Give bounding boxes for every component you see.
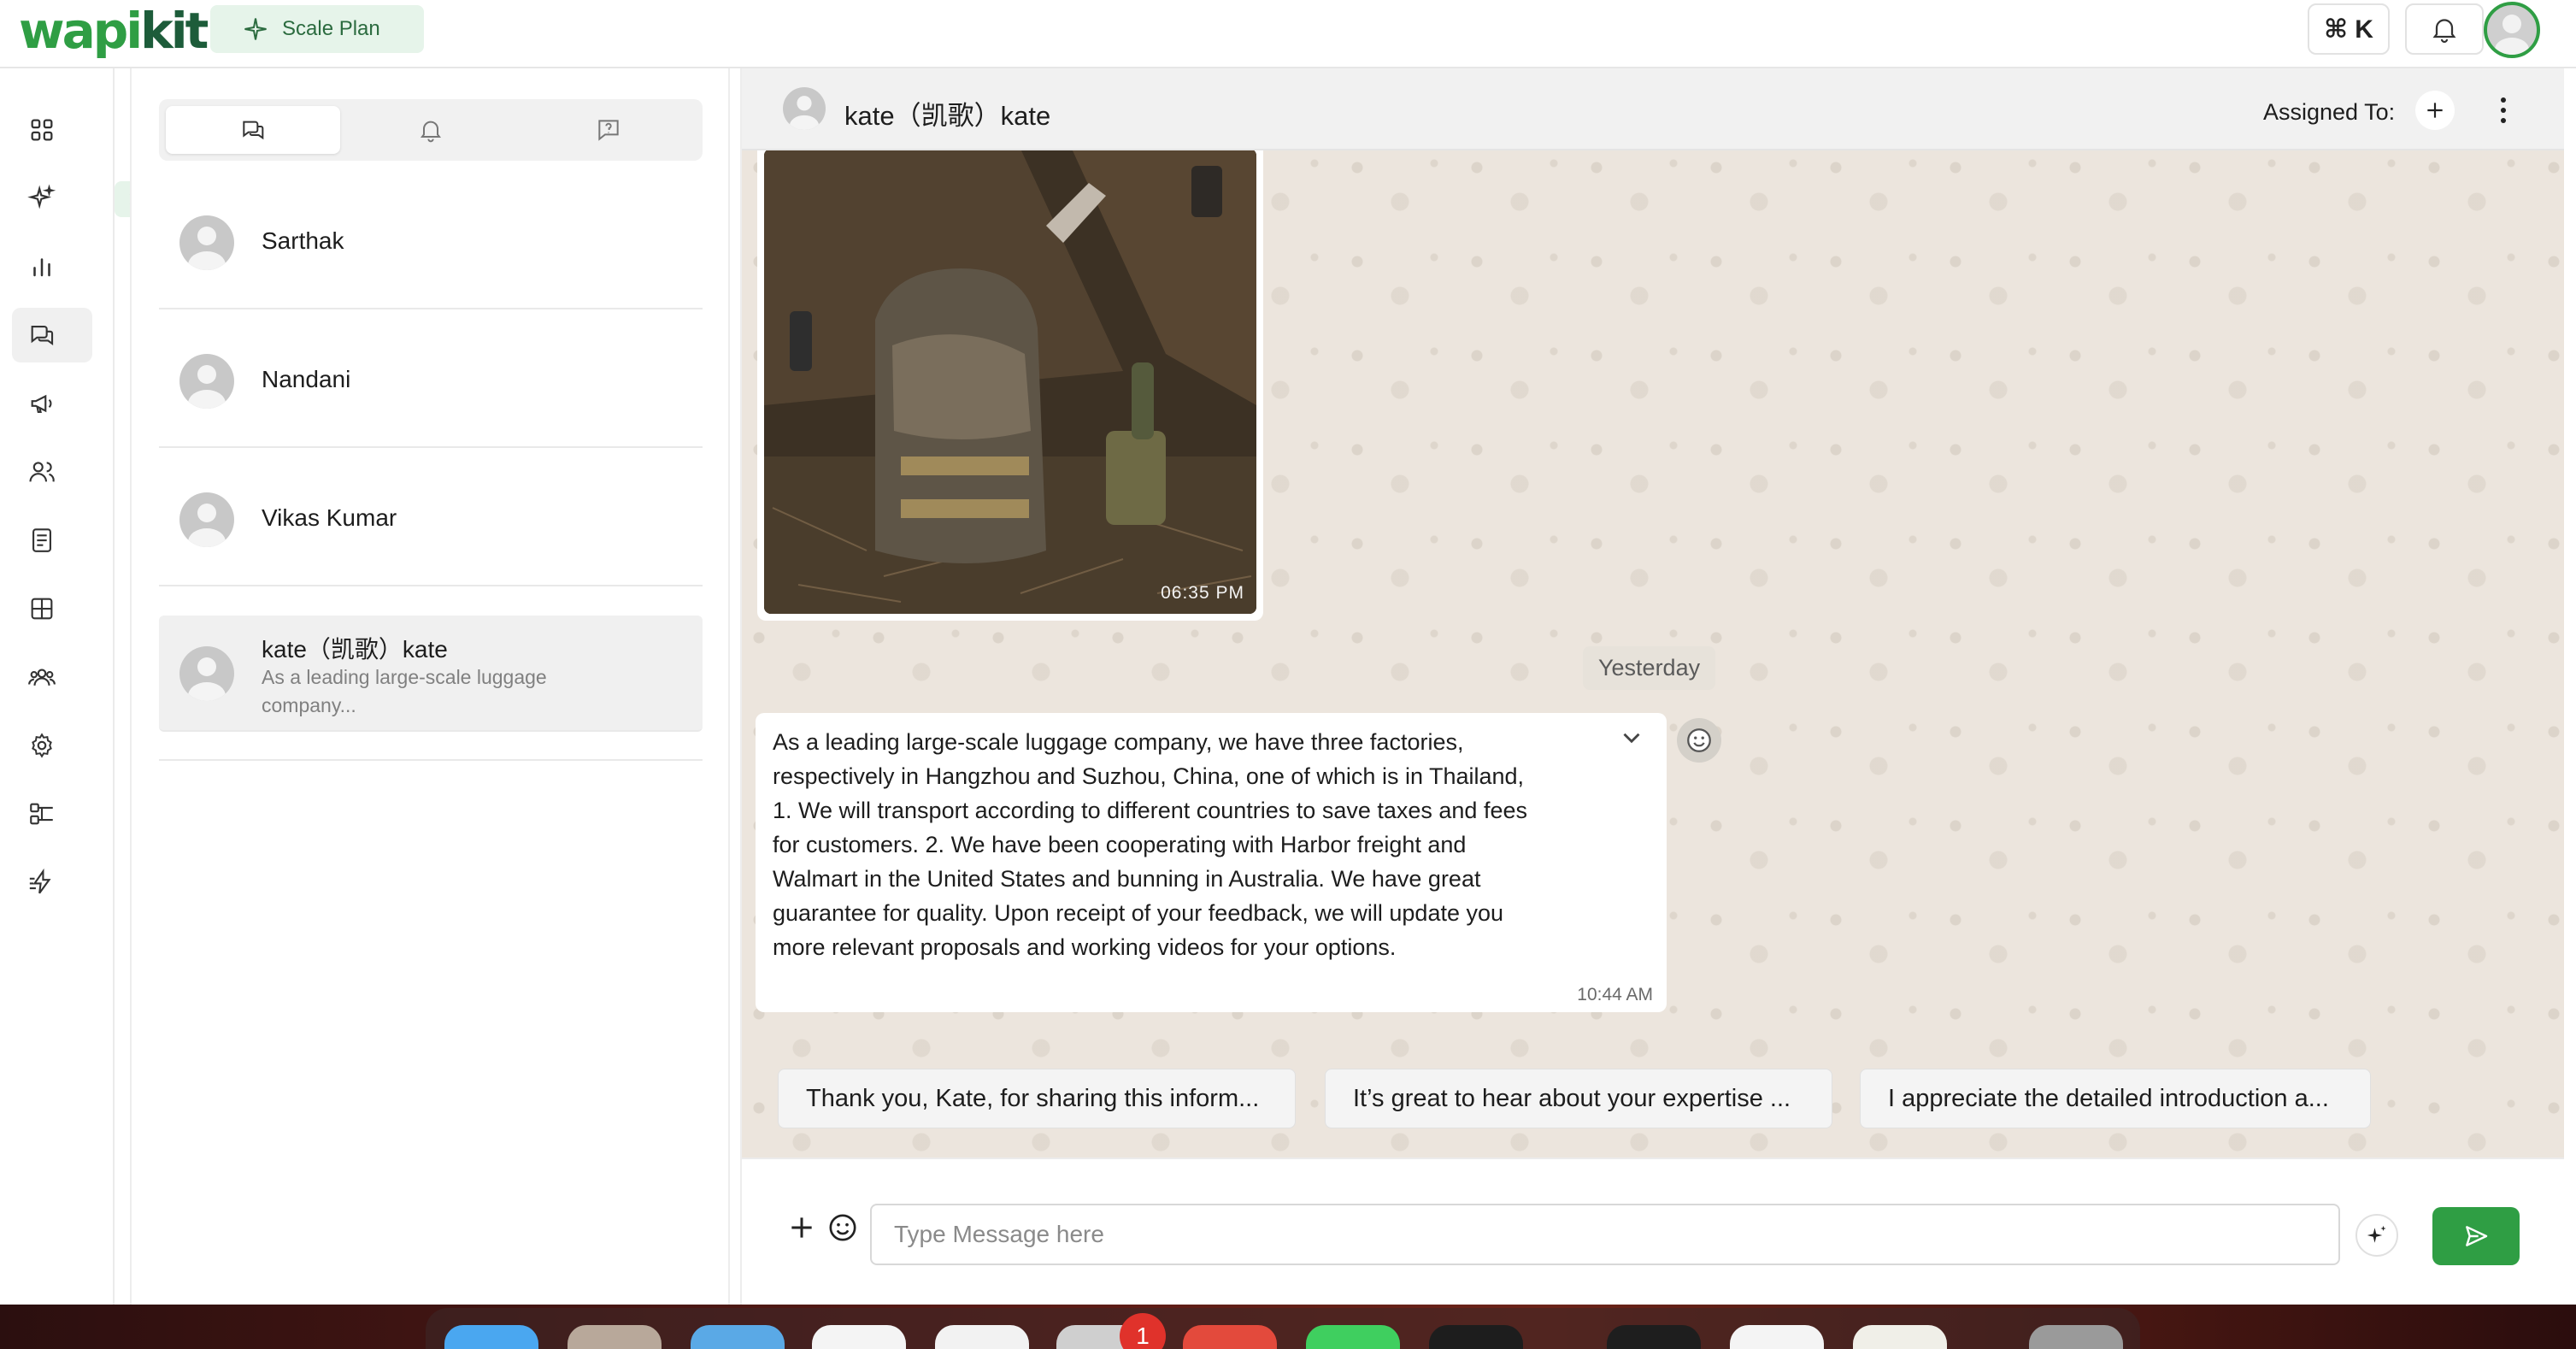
tab-notifications[interactable]: [344, 106, 518, 154]
campaign-icon[interactable]: [12, 376, 92, 431]
analytics-icon[interactable]: [12, 239, 92, 294]
slack-icon[interactable]: [812, 1325, 906, 1349]
bell-icon: [2432, 19, 2456, 44]
suggested-reply-1[interactable]: Thank you, Kate, for sharing this inform…: [778, 1069, 1296, 1128]
contact-name: Sarthak: [262, 227, 344, 254]
chat-header: kate（凯歌）kate Assigned To:: [742, 68, 2564, 150]
assigned-to-label: Assigned To:: [2263, 99, 2396, 125]
contact-avatar: [179, 354, 234, 409]
assign-agent-button[interactable]: [2415, 91, 2455, 130]
conversation-item-nandani[interactable]: Nandani: [159, 311, 703, 448]
contact-name: kate（凯歌）kate: [262, 636, 448, 663]
user-avatar-icon: [2495, 15, 2529, 55]
conversation-tabs: [159, 99, 703, 161]
wapikit-logo[interactable]: wapikit: [19, 5, 209, 56]
emoji-picker-icon[interactable]: [826, 1211, 860, 1245]
automation-icon[interactable]: [12, 855, 92, 910]
message-composer: [742, 1158, 2564, 1305]
message-input[interactable]: [870, 1204, 2340, 1265]
chat-contact-name[interactable]: kate（凯歌）kate: [844, 94, 1050, 133]
conversation-item-kate[interactable]: kate（凯歌）kate As a leading large-scale lu…: [159, 616, 703, 732]
launchpad-icon[interactable]: [568, 1325, 662, 1349]
suggested-reply-3[interactable]: I appreciate the detailed introduction a…: [1860, 1069, 2371, 1128]
ai-assist-button[interactable]: [2355, 1214, 2398, 1257]
chat-contact-avatar[interactable]: [783, 87, 826, 130]
widgets-icon[interactable]: [12, 581, 92, 636]
top-bar: wapikit Scale Plan ⌘ K: [0, 0, 2576, 68]
notifications-button[interactable]: [2405, 3, 2484, 55]
ai-sparkle-icon[interactable]: [12, 171, 92, 226]
chat-messages[interactable]: 06:35 PM Yesterday As a leading large-sc…: [742, 150, 2564, 1158]
logo-text-b: kit: [140, 2, 209, 60]
contact-avatar: [179, 492, 234, 547]
notifications-tab-icon: [421, 121, 441, 143]
image-timestamp: 06:35 PM: [1161, 583, 1244, 603]
contact-name: Nandani: [262, 366, 351, 392]
app-icon-dark[interactable]: [1607, 1325, 1701, 1349]
user-avatar[interactable]: [2484, 2, 2540, 58]
contact-avatar: [179, 215, 234, 270]
send-button[interactable]: [2432, 1207, 2520, 1265]
tab-chats[interactable]: [166, 106, 340, 154]
message-text: As a leading large-scale luggage company…: [773, 729, 1527, 960]
divider: [159, 759, 703, 761]
command-shortcut-label: ⌘ K: [2324, 15, 2373, 44]
smiley-icon: [1687, 728, 1711, 752]
message-timestamp: 10:44 AM: [1577, 985, 1653, 1004]
templates-icon[interactable]: [12, 513, 92, 568]
conversation-item-vikas-kumar[interactable]: Vikas Kumar: [159, 450, 703, 586]
app-icon-orange[interactable]: [1853, 1325, 1947, 1349]
plus-icon: [2427, 103, 2443, 118]
sparkle-icon: [244, 18, 267, 40]
scale-plan-label: Scale Plan: [282, 17, 380, 40]
camping-backpack-image: [764, 150, 1256, 614]
conversation-item-sarthak[interactable]: Sarthak: [159, 173, 703, 309]
chevron-down-icon[interactable]: [1617, 723, 1646, 752]
tab-unread[interactable]: [521, 106, 696, 154]
incoming-message[interactable]: As a leading large-scale luggage company…: [756, 713, 1667, 1012]
contact-last-message: As a leading large-scale luggage company…: [262, 666, 547, 716]
logo-text-a: wapi: [19, 2, 143, 60]
left-nav: [0, 68, 115, 1305]
conversation-list-panel: Sarthak Nandani Vikas Kumar kate（凯歌）kate…: [130, 68, 730, 1305]
unread-tab-icon: [598, 120, 619, 141]
photos-icon[interactable]: [935, 1325, 1029, 1349]
chatgpt-icon[interactable]: [1730, 1325, 1824, 1349]
more-options-button[interactable]: [2491, 91, 2516, 130]
dashboard-icon[interactable]: [12, 103, 92, 157]
trash-icon[interactable]: [2029, 1325, 2123, 1349]
chat-panel: kate（凯歌）kate Assigned To: 06:35 PM Yeste…: [740, 68, 2564, 1305]
integrations-icon[interactable]: [12, 786, 92, 841]
day-separator: Yesterday: [1583, 646, 1716, 690]
image-message[interactable]: 06:35 PM: [757, 150, 1263, 621]
backpack-photo[interactable]: 06:35 PM: [764, 150, 1256, 614]
app-icon-red[interactable]: [1183, 1325, 1277, 1349]
safari-icon[interactable]: [691, 1325, 785, 1349]
suggested-reply-2[interactable]: It’s great to hear about your expertise …: [1325, 1069, 1832, 1128]
finder-icon[interactable]: [444, 1325, 538, 1349]
team-icon[interactable]: [12, 650, 92, 704]
chats-icon[interactable]: [12, 308, 92, 362]
ai-sparkle-icon: [2367, 1225, 2386, 1243]
react-emoji-button[interactable]: [1677, 718, 1721, 763]
whatsapp-icon[interactable]: [1306, 1325, 1400, 1349]
settings-icon[interactable]: [12, 718, 92, 773]
send-icon: [2466, 1226, 2488, 1246]
contact-name: Vikas Kumar: [262, 504, 397, 531]
terminal-icon[interactable]: [1429, 1325, 1523, 1349]
scale-plan-button[interactable]: Scale Plan: [210, 5, 424, 53]
chats-tab-icon: [243, 121, 264, 140]
command-palette-button[interactable]: ⌘ K: [2308, 3, 2390, 55]
contacts-icon[interactable]: [12, 445, 92, 499]
attach-plus-icon[interactable]: [785, 1211, 819, 1245]
contact-avatar: [179, 646, 234, 701]
